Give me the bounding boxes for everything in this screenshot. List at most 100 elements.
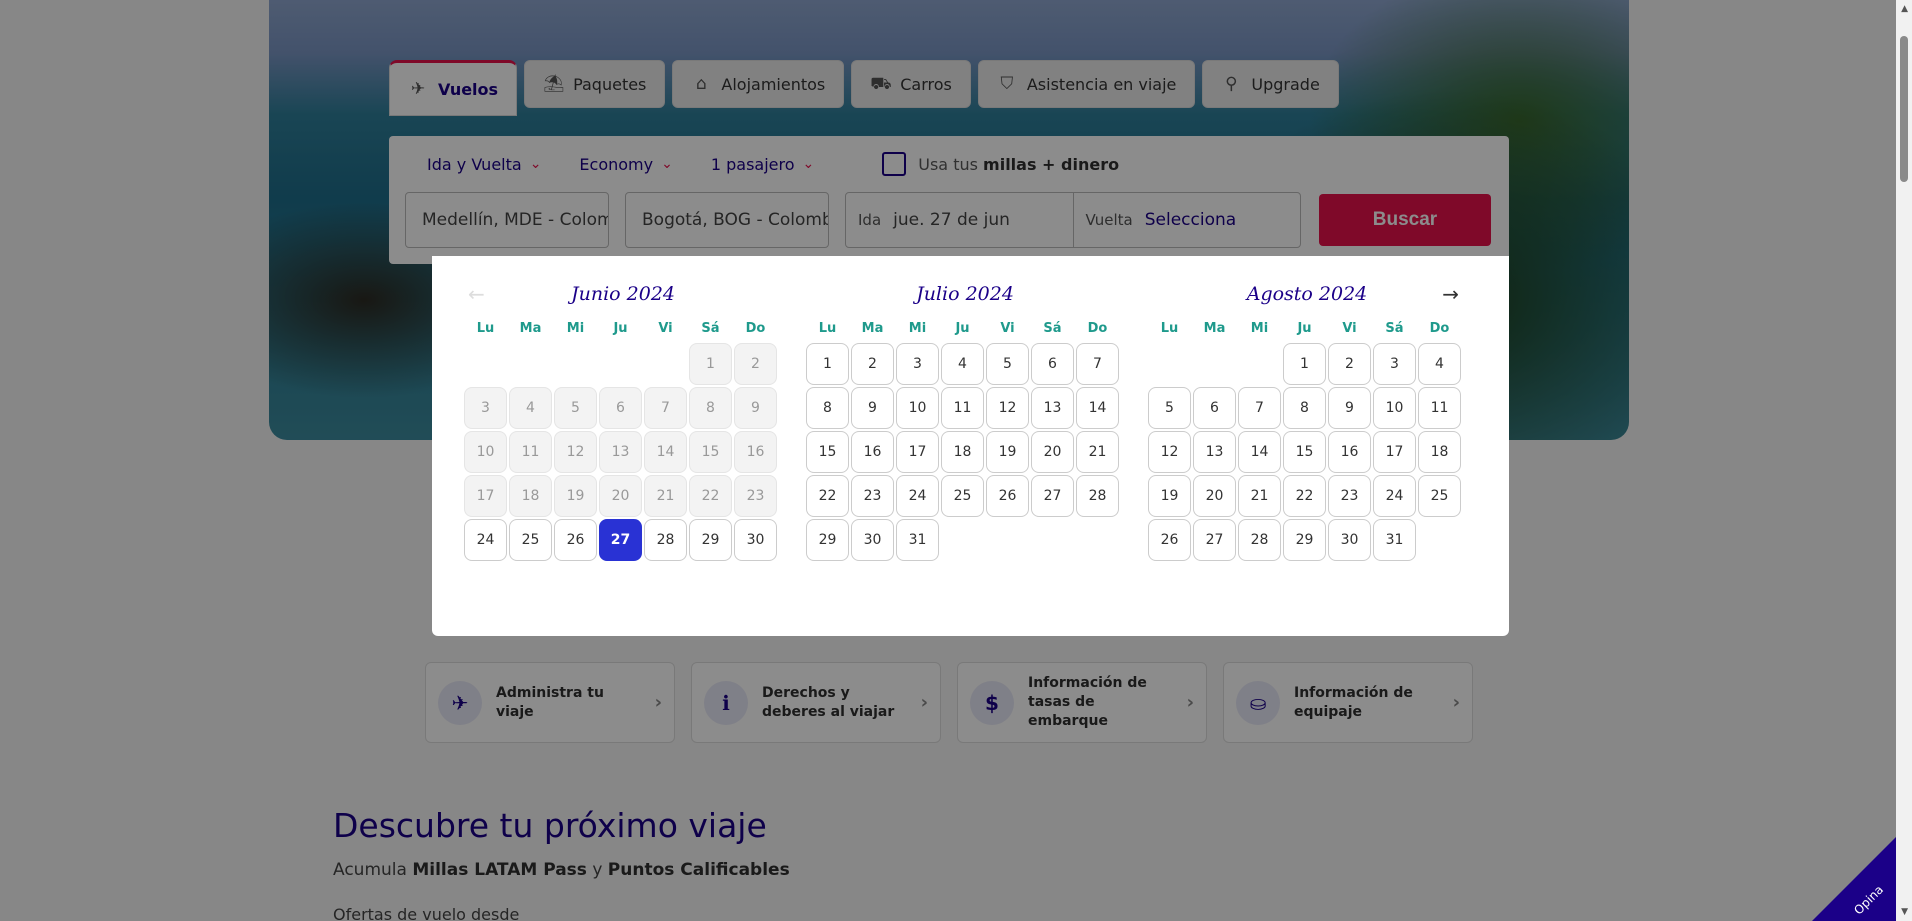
calendar-day[interactable]: 25 bbox=[941, 475, 984, 517]
calendar-day[interactable]: 10 bbox=[1373, 387, 1416, 429]
calendar-day[interactable]: 25 bbox=[509, 519, 552, 561]
card-luggage[interactable]: ⛀ Información de equipaje › bbox=[1223, 662, 1473, 743]
calendar-day[interactable]: 8 bbox=[1283, 387, 1326, 429]
card-manage-trip[interactable]: ✈ Administra tu viaje › bbox=[425, 662, 675, 743]
calendar-day[interactable]: 16 bbox=[851, 431, 894, 473]
calendar-day[interactable]: 9 bbox=[1328, 387, 1371, 429]
calendar-day[interactable]: 6 bbox=[1031, 343, 1074, 385]
calendar-day[interactable]: 11 bbox=[941, 387, 984, 429]
tab-paquetes[interactable]: ⛱ Paquetes bbox=[524, 60, 666, 108]
calendar-day[interactable]: 30 bbox=[734, 519, 777, 561]
calendar-day[interactable]: 14 bbox=[1076, 387, 1119, 429]
calendar-day[interactable]: 26 bbox=[1148, 519, 1191, 561]
calendar-day[interactable]: 4 bbox=[1418, 343, 1461, 385]
origin-input[interactable]: Medellín, MDE - Colombia bbox=[405, 192, 609, 248]
calendar-day[interactable]: 17 bbox=[896, 431, 939, 473]
sub-prefix: Acumula bbox=[333, 860, 407, 880]
calendar-day[interactable]: 21 bbox=[1076, 431, 1119, 473]
miles-label: Usa tus millas + dinero bbox=[918, 155, 1119, 174]
calendar-day[interactable]: 26 bbox=[554, 519, 597, 561]
tab-vuelos[interactable]: ✈ Vuelos bbox=[389, 60, 518, 116]
calendar-day[interactable]: 22 bbox=[1283, 475, 1326, 517]
weekday-label: Ju bbox=[955, 321, 970, 336]
tab-label: Asistencia en viaje bbox=[1026, 74, 1177, 94]
weekday-label: Ma bbox=[1203, 321, 1226, 336]
passengers-dropdown[interactable]: 1 pasajero ⌄ bbox=[711, 155, 814, 174]
calendar-day[interactable]: 6 bbox=[1193, 387, 1236, 429]
scrollbar-thumb[interactable] bbox=[1900, 36, 1908, 182]
calendar-day: 3 bbox=[464, 387, 507, 429]
calendar-day[interactable]: 31 bbox=[1373, 519, 1416, 561]
calendar-day[interactable]: 11 bbox=[1418, 387, 1461, 429]
calendar-day[interactable]: 2 bbox=[1328, 343, 1371, 385]
calendar-day[interactable]: 23 bbox=[851, 475, 894, 517]
calendar-day[interactable]: 12 bbox=[986, 387, 1029, 429]
calendar-day-selected[interactable]: 27 bbox=[599, 519, 642, 561]
scroll-down-icon[interactable]: ▼ bbox=[1901, 907, 1908, 917]
tab-asistencia[interactable]: ⛉ Asistencia en viaje bbox=[977, 60, 1196, 108]
calendar-day[interactable]: 18 bbox=[941, 431, 984, 473]
tab-upgrade[interactable]: ⚲ Upgrade bbox=[1202, 60, 1339, 108]
calendar-day[interactable]: 19 bbox=[1148, 475, 1191, 517]
calendar-day[interactable]: 15 bbox=[806, 431, 849, 473]
calendar-day[interactable]: 31 bbox=[896, 519, 939, 561]
calendar-day[interactable]: 3 bbox=[1373, 343, 1416, 385]
calendar-day[interactable]: 29 bbox=[1283, 519, 1326, 561]
calendar-day[interactable]: 20 bbox=[1193, 475, 1236, 517]
tab-carros[interactable]: ⛟ Carros bbox=[851, 60, 971, 108]
card-rights[interactable]: ℹ Derechos y deberes al viajar › bbox=[691, 662, 941, 743]
calendar-day: 16 bbox=[734, 431, 777, 473]
calendar-day[interactable]: 25 bbox=[1418, 475, 1461, 517]
calendar-day[interactable]: 21 bbox=[1238, 475, 1281, 517]
calendar-day[interactable]: 24 bbox=[1373, 475, 1416, 517]
tab-alojamientos[interactable]: ⌂ Alojamientos bbox=[672, 60, 845, 108]
calendar-day[interactable]: 9 bbox=[851, 387, 894, 429]
calendar-day[interactable]: 29 bbox=[806, 519, 849, 561]
calendar-day[interactable]: 27 bbox=[1031, 475, 1074, 517]
calendar-day[interactable]: 4 bbox=[941, 343, 984, 385]
calendar-day[interactable]: 7 bbox=[1076, 343, 1119, 385]
calendar-day[interactable]: 13 bbox=[1031, 387, 1074, 429]
calendar-day[interactable]: 17 bbox=[1373, 431, 1416, 473]
calendar-day[interactable]: 16 bbox=[1328, 431, 1371, 473]
calendar-day[interactable]: 24 bbox=[464, 519, 507, 561]
calendar-day[interactable]: 29 bbox=[689, 519, 732, 561]
calendar-day[interactable]: 28 bbox=[1076, 475, 1119, 517]
calendar-day[interactable]: 28 bbox=[644, 519, 687, 561]
calendar-day[interactable]: 3 bbox=[896, 343, 939, 385]
departure-date-input[interactable]: Ida jue. 27 de jun bbox=[846, 193, 1073, 247]
calendar-day[interactable]: 19 bbox=[986, 431, 1029, 473]
scroll-up-icon[interactable]: ▲ bbox=[1901, 4, 1908, 14]
calendar-day[interactable]: 1 bbox=[806, 343, 849, 385]
cabin-dropdown[interactable]: Economy ⌄ bbox=[579, 155, 672, 174]
calendar-day[interactable]: 15 bbox=[1283, 431, 1326, 473]
return-date-input[interactable]: Vuelta Selecciona bbox=[1072, 193, 1301, 247]
calendar-day[interactable]: 22 bbox=[806, 475, 849, 517]
calendar-day[interactable]: 27 bbox=[1193, 519, 1236, 561]
checkbox-box[interactable] bbox=[882, 152, 907, 176]
miles-checkbox[interactable]: Usa tus millas + dinero bbox=[882, 152, 1119, 176]
calendar-day[interactable]: 1 bbox=[1283, 343, 1326, 385]
calendar-day[interactable]: 24 bbox=[896, 475, 939, 517]
car-icon: ⛟ bbox=[870, 74, 892, 94]
calendar-day[interactable]: 23 bbox=[1328, 475, 1371, 517]
calendar-day[interactable]: 8 bbox=[806, 387, 849, 429]
calendar-day[interactable]: 13 bbox=[1193, 431, 1236, 473]
calendar-day[interactable]: 5 bbox=[986, 343, 1029, 385]
calendar-day[interactable]: 10 bbox=[896, 387, 939, 429]
calendar-day[interactable]: 30 bbox=[1328, 519, 1371, 561]
calendar-day[interactable]: 18 bbox=[1418, 431, 1461, 473]
calendar-day[interactable]: 2 bbox=[851, 343, 894, 385]
calendar-day[interactable]: 12 bbox=[1148, 431, 1191, 473]
calendar-day[interactable]: 7 bbox=[1238, 387, 1281, 429]
calendar-day[interactable]: 30 bbox=[851, 519, 894, 561]
search-button[interactable]: Buscar bbox=[1319, 194, 1491, 246]
calendar-day[interactable]: 5 bbox=[1148, 387, 1191, 429]
calendar-day[interactable]: 20 bbox=[1031, 431, 1074, 473]
card-fees[interactable]: $ Información de tasas de embarque › bbox=[957, 662, 1207, 743]
trip-type-dropdown[interactable]: Ida y Vuelta ⌄ bbox=[427, 155, 541, 174]
calendar-day[interactable]: 28 bbox=[1238, 519, 1281, 561]
calendar-day[interactable]: 14 bbox=[1238, 431, 1281, 473]
calendar-day[interactable]: 26 bbox=[986, 475, 1029, 517]
destination-input[interactable]: Bogotá, BOG - Colombia bbox=[625, 192, 829, 248]
